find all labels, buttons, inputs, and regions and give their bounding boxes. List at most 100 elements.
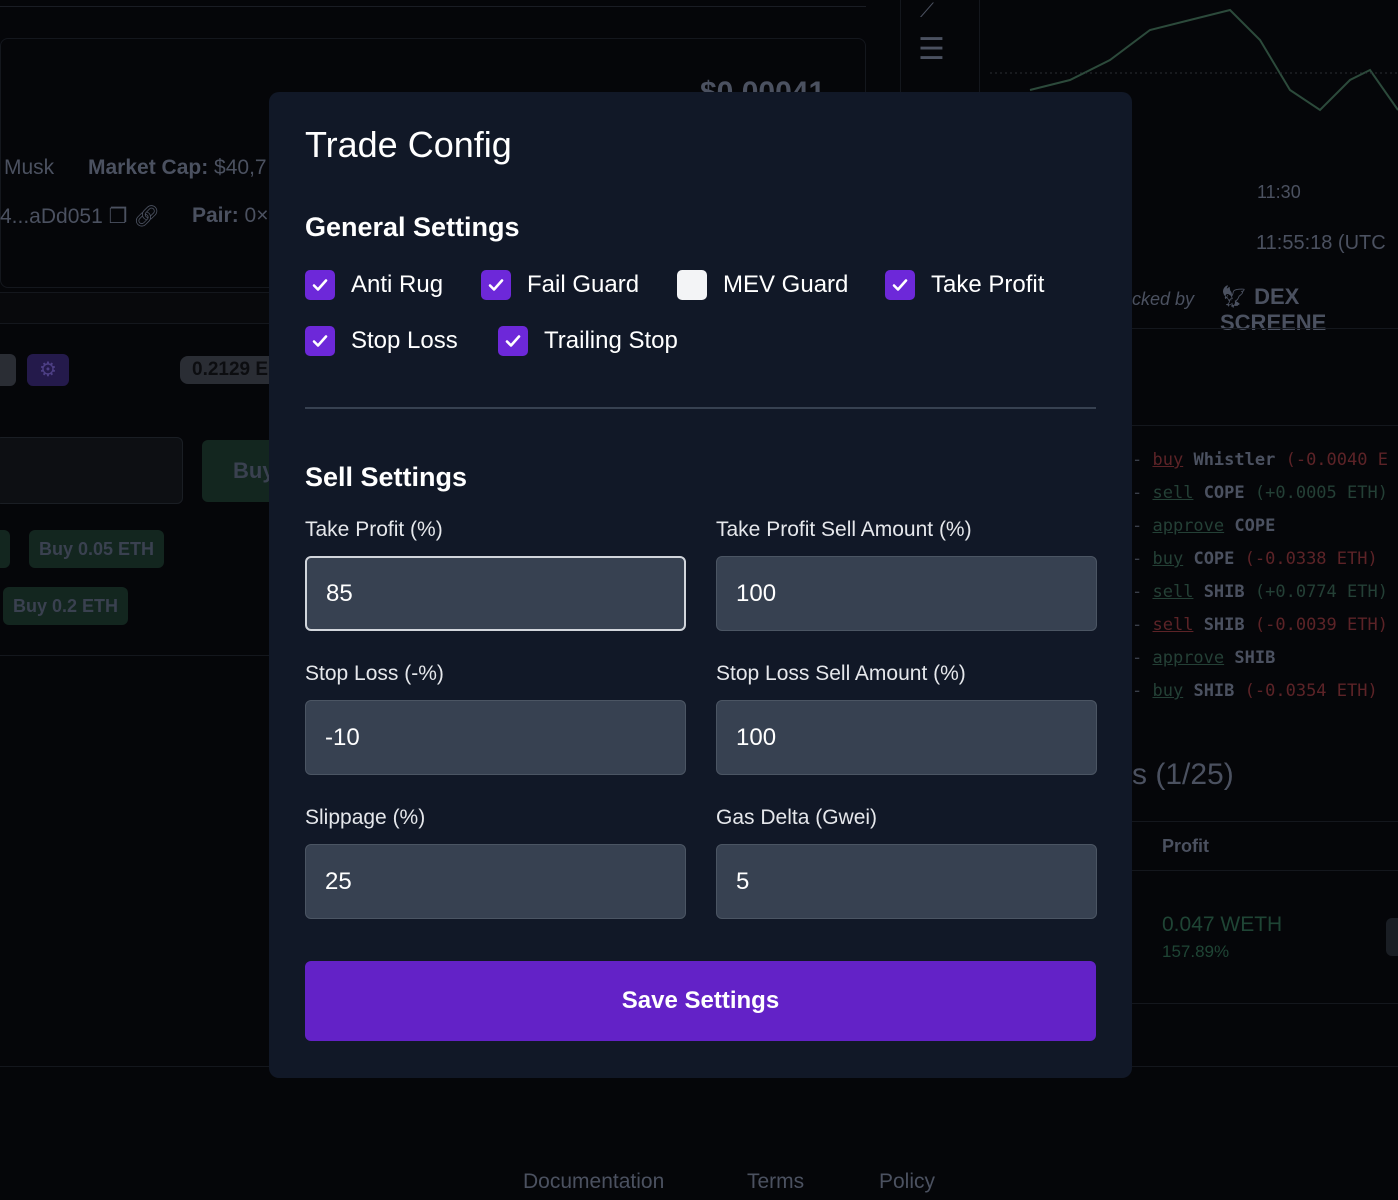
save-settings-button[interactable]: Save Settings <box>305 961 1096 1041</box>
divider <box>1132 870 1398 871</box>
sell-settings-heading: Sell Settings <box>305 462 468 492</box>
log-token: SHIB <box>1193 681 1235 701</box>
log-token: SHIB <box>1203 582 1245 602</box>
checkbox-anti-rug[interactable]: Anti Rug <box>305 270 443 300</box>
pill-button[interactable] <box>0 354 16 386</box>
log-token: COPE <box>1203 483 1245 503</box>
draw-tool-icon[interactable]: ⟋ <box>920 0 934 23</box>
checkbox-label: Take Profit <box>931 271 1045 298</box>
log-amount: (-0.0338 ETH) <box>1244 549 1378 569</box>
log-action-link[interactable]: buy <box>1152 549 1183 569</box>
log-action-link[interactable]: approve <box>1152 648 1224 668</box>
log-amount: (+0.0774 ETH) <box>1254 582 1388 602</box>
take-profit-input[interactable]: 85 <box>305 556 686 631</box>
market-cap-value: $40,7 <box>214 156 267 179</box>
settings-button[interactable]: ⚙ <box>27 354 69 386</box>
slippage-input[interactable]: 25 <box>305 844 686 919</box>
log-entry: - buy SHIB (-0.0354 ETH) <box>1132 681 1378 701</box>
checkbox-label: Trailing Stop <box>544 327 678 354</box>
log-entry: - sell SHIB (+0.0774 ETH) <box>1132 582 1388 602</box>
gas-delta-value: 5 <box>736 867 750 895</box>
pair: Pair: 0× <box>192 204 268 228</box>
take-profit-label: Take Profit (%) <box>305 518 443 541</box>
trade-config-modal: Trade Config General Settings Anti Rug Fa… <box>269 92 1132 1078</box>
positions-title: s (1/25) <box>1132 758 1234 791</box>
eagle-icon: 🦅︎ <box>1220 284 1248 309</box>
log-token: Whistler <box>1193 450 1276 470</box>
profit-percent: 157.89% <box>1162 942 1230 961</box>
stop-loss-input[interactable]: -10 <box>305 700 686 775</box>
log-action-link[interactable]: sell <box>1152 483 1193 503</box>
pair-value: 0× <box>244 204 269 227</box>
log-amount: (+0.0005 ETH) <box>1254 483 1388 503</box>
quick-buy-0.05[interactable]: Buy 0.05 ETH <box>29 530 165 568</box>
balance-badge: 0.2129 E <box>180 356 281 384</box>
address-text: 4...aDd051 <box>0 205 103 228</box>
stop-loss-sell-amount-label: Stop Loss Sell Amount (%) <box>716 662 966 685</box>
modal-title: Trade Config <box>305 124 512 165</box>
log-action-link[interactable]: buy <box>1152 450 1183 470</box>
log-action-link[interactable]: sell <box>1152 615 1193 635</box>
divider <box>1132 1003 1398 1004</box>
log-token: COPE <box>1193 549 1235 569</box>
footer-policy[interactable]: Policy <box>879 1170 935 1194</box>
log-amount: (-0.0040 E <box>1285 450 1388 470</box>
log-action-link[interactable]: buy <box>1152 681 1183 701</box>
link-icon[interactable]: 🔗︎ <box>133 205 160 228</box>
gas-delta-label: Gas Delta (Gwei) <box>716 806 878 829</box>
checkmark-icon[interactable] <box>305 270 335 300</box>
divider <box>1132 821 1398 822</box>
checkbox-label: MEV Guard <box>723 271 849 298</box>
slippage-label: Slippage (%) <box>305 806 426 829</box>
divider <box>1132 425 1398 426</box>
footer-terms[interactable]: Terms <box>747 1170 804 1194</box>
checkbox-label: Fail Guard <box>527 271 640 298</box>
log-entry: - sell COPE (+0.0005 ETH) <box>1132 483 1388 503</box>
checkbox-fail-guard[interactable]: Fail Guard <box>481 270 639 300</box>
position-action-button[interactable] <box>1386 918 1398 956</box>
gas-delta-input[interactable]: 5 <box>716 844 1097 919</box>
take-profit-sell-amount-value: 100 <box>736 579 777 607</box>
log-token: SHIB <box>1234 648 1276 668</box>
take-profit-value: 85 <box>326 579 353 607</box>
checkbox-stop-loss[interactable]: Stop Loss <box>305 326 458 356</box>
section-divider <box>305 407 1096 409</box>
clock: 11:55:18 (UTC <box>1256 232 1386 254</box>
checkbox-trailing-stop[interactable]: Trailing Stop <box>498 326 678 356</box>
take-profit-sell-amount-input[interactable]: 100 <box>716 556 1097 631</box>
log-token: COPE <box>1234 516 1276 536</box>
divider <box>1132 328 1398 329</box>
checkbox-mev-guard[interactable]: MEV Guard <box>677 270 848 300</box>
quick-buy-button[interactable] <box>0 530 10 568</box>
general-settings-heading: General Settings <box>305 212 520 242</box>
footer-documentation[interactable]: Documentation <box>523 1170 664 1194</box>
profit-header: Profit <box>1162 836 1209 856</box>
token-name: Musk <box>4 156 55 179</box>
checkbox-label: Anti Rug <box>351 271 444 298</box>
amount-input[interactable] <box>0 437 183 504</box>
log-entry: - buy Whistler (-0.0040 E <box>1132 450 1388 470</box>
token-address: 4...aDd051 ❐ 🔗︎ <box>0 204 160 229</box>
copy-icon[interactable]: ❐ <box>109 205 128 228</box>
log-token: SHIB <box>1203 615 1245 635</box>
market-cap-label: Market Cap: <box>88 156 209 179</box>
log-entry: - approve SHIB <box>1132 648 1276 668</box>
checkmark-icon[interactable] <box>498 326 528 356</box>
log-entry: - buy COPE (-0.0338 ETH) <box>1132 549 1378 569</box>
tracked-by: cked by <box>1132 289 1195 309</box>
empty-checkbox-icon[interactable] <box>677 270 707 300</box>
checkmark-icon[interactable] <box>885 270 915 300</box>
checkbox-take-profit[interactable]: Take Profit <box>885 270 1044 300</box>
log-action-link[interactable]: approve <box>1152 516 1224 536</box>
log-amount: (-0.0354 ETH) <box>1244 681 1378 701</box>
checkbox-label: Stop Loss <box>351 327 458 354</box>
top-panel <box>0 0 866 7</box>
quick-buy-0.2[interactable]: Buy 0.2 ETH <box>3 587 129 625</box>
menu-icon[interactable]: ☰ <box>918 35 945 65</box>
stop-loss-sell-amount-value: 100 <box>736 723 777 751</box>
checkmark-icon[interactable] <box>481 270 511 300</box>
log-action-link[interactable]: sell <box>1152 582 1193 602</box>
stop-loss-sell-amount-input[interactable]: 100 <box>716 700 1097 775</box>
checkmark-icon[interactable] <box>305 326 335 356</box>
profit-value: 0.047 WETH <box>1162 913 1283 936</box>
